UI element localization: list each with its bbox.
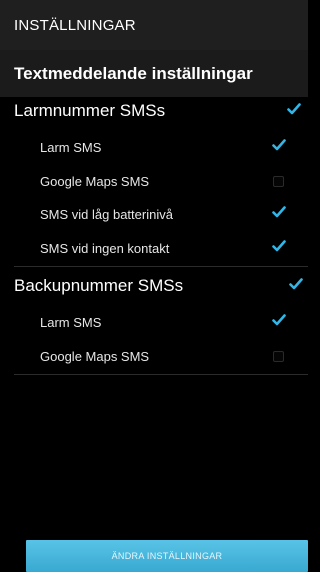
backup-larm-sms-checkbox[interactable] xyxy=(272,314,286,327)
title-bar: INSTÄLLNINGAR xyxy=(0,0,308,50)
setting-label: Google Maps SMS xyxy=(40,348,150,364)
divider xyxy=(14,266,308,267)
settings-screen: INSTÄLLNINGAR Textmeddelande inställning… xyxy=(0,0,308,572)
group-backupnummer-checkbox[interactable] xyxy=(289,278,303,291)
larm-sms-checkbox[interactable] xyxy=(272,139,286,152)
divider xyxy=(14,374,308,375)
group-label: Backupnummer SMSs xyxy=(14,276,184,295)
checkmark-icon xyxy=(272,314,286,326)
setting-label: Larm SMS xyxy=(40,139,102,155)
group-label: Larmnummer SMSs xyxy=(14,101,166,120)
setting-row-google-maps-sms[interactable]: Google Maps SMS xyxy=(0,164,308,198)
setting-label: Google Maps SMS xyxy=(40,173,150,189)
setting-label: SMS vid låg batterinivå xyxy=(40,206,173,222)
checkmark-icon xyxy=(272,240,286,252)
checkmark-icon xyxy=(287,103,301,115)
setting-row-larm-sms[interactable]: Larm SMS xyxy=(0,130,308,164)
setting-row-backup-larm-sms[interactable]: Larm SMS xyxy=(0,305,308,339)
setting-row-low-battery-sms[interactable]: SMS vid låg batterinivå xyxy=(0,197,308,231)
change-settings-button[interactable]: ÄNDRA INSTÄLLNINGAR xyxy=(26,540,308,572)
group-row-larmnummer[interactable]: Larmnummer SMSs xyxy=(0,93,308,129)
backup-google-maps-sms-checkbox[interactable] xyxy=(273,351,284,362)
google-maps-sms-checkbox[interactable] xyxy=(273,176,284,187)
checkmark-icon xyxy=(272,206,286,218)
checkmark-icon xyxy=(289,278,303,290)
setting-label: Larm SMS xyxy=(40,314,102,330)
no-contact-sms-checkbox[interactable] xyxy=(272,240,286,253)
checkmark-icon xyxy=(272,139,286,151)
page-title: INSTÄLLNINGAR xyxy=(14,16,136,34)
setting-row-no-contact-sms[interactable]: SMS vid ingen kontakt xyxy=(0,231,308,265)
section-title: Textmeddelande inställningar xyxy=(14,63,253,83)
setting-label: SMS vid ingen kontakt xyxy=(40,240,170,256)
change-settings-label: ÄNDRA INSTÄLLNINGAR xyxy=(111,551,223,561)
setting-row-backup-google-maps-sms[interactable]: Google Maps SMS xyxy=(0,339,308,373)
group-row-backupnummer[interactable]: Backupnummer SMSs xyxy=(0,268,308,304)
section-header: Textmeddelande inställningar xyxy=(0,50,308,97)
low-battery-sms-checkbox[interactable] xyxy=(272,206,286,219)
group-larmnummer-checkbox[interactable] xyxy=(287,103,301,116)
